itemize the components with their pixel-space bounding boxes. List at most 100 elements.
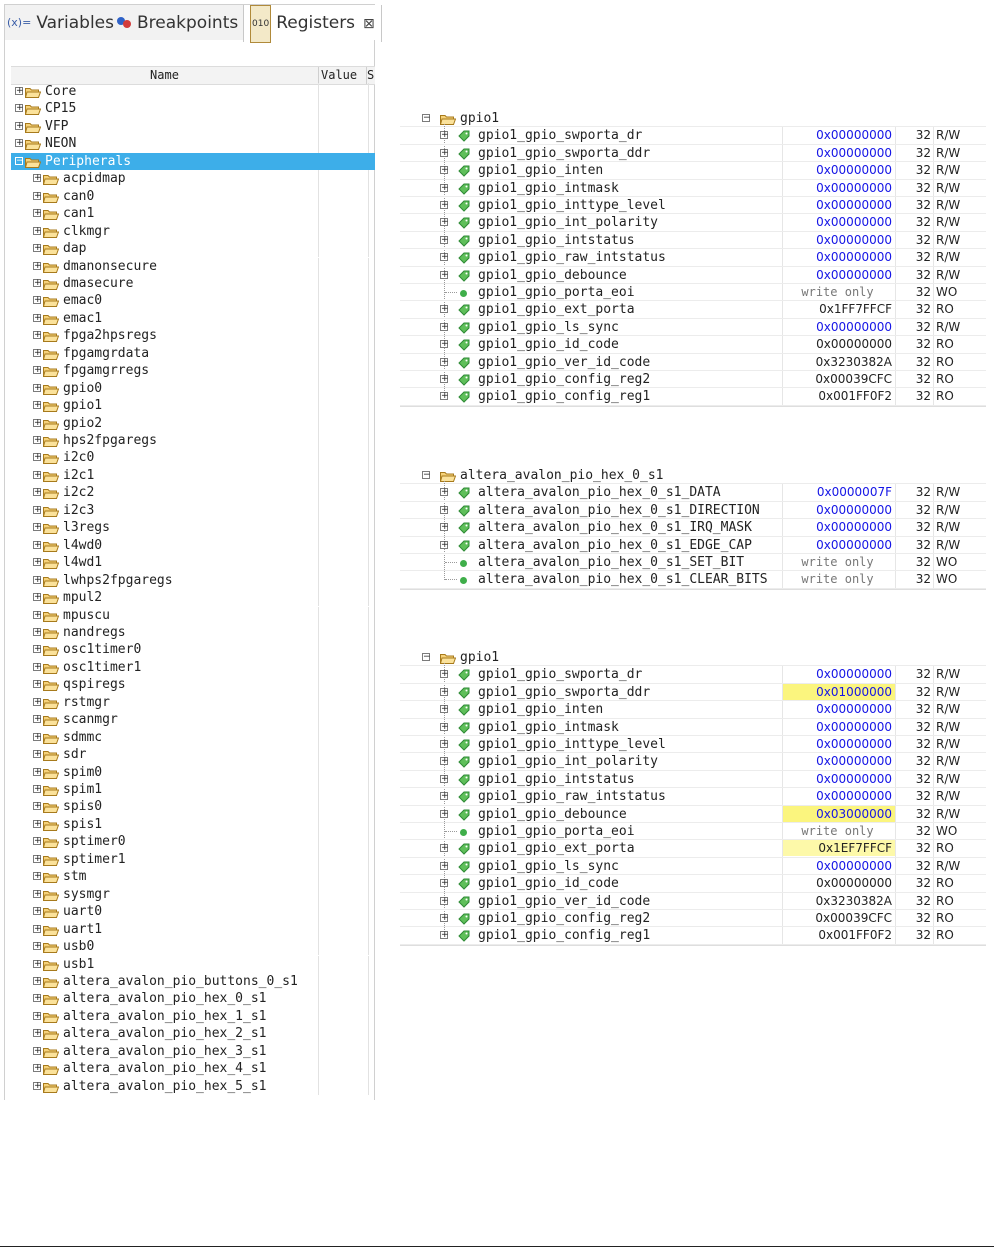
tree-row[interactable]: + emac0 xyxy=(11,292,375,310)
expand-icon[interactable]: + xyxy=(33,610,42,619)
expand-icon[interactable]: + xyxy=(440,392,449,401)
register-row[interactable]: + gpio1_gpio_swporta_ddr 0x01000000 32 R/W xyxy=(400,683,986,702)
expand-icon[interactable]: + xyxy=(440,270,449,279)
expand-icon[interactable]: + xyxy=(440,896,449,905)
expand-icon[interactable]: + xyxy=(33,296,42,305)
tree-row[interactable]: + stm xyxy=(11,868,375,886)
expand-icon[interactable]: + xyxy=(440,322,449,331)
expand-icon[interactable]: + xyxy=(33,174,42,183)
register-row[interactable]: + gpio1_gpio_inten 0x00000000 32 R/W xyxy=(400,162,986,180)
expand-icon[interactable]: + xyxy=(33,366,42,375)
tree-row[interactable]: + gpio1 xyxy=(11,397,375,415)
register-value[interactable]: 0x00000000 xyxy=(783,145,895,161)
expand-icon[interactable]: + xyxy=(33,1064,42,1073)
column-size[interactable]: S xyxy=(367,67,375,84)
tree-row[interactable]: + i2c1 xyxy=(11,466,375,485)
tree-row[interactable]: + l4wd1 xyxy=(11,554,375,572)
expand-icon[interactable]: + xyxy=(33,872,42,881)
expand-icon[interactable]: + xyxy=(440,523,449,532)
expand-icon[interactable]: + xyxy=(15,139,24,148)
tree-row[interactable]: + hps2fpgaregs xyxy=(11,432,375,450)
register-value[interactable]: 0x00000000 xyxy=(783,736,895,752)
register-value[interactable]: 0x3230382A xyxy=(783,354,895,370)
tree-row[interactable]: + fpga2hpsregs xyxy=(11,327,375,345)
tree-row[interactable]: + osc1timer0 xyxy=(11,641,375,659)
tree-row[interactable]: + sdr xyxy=(11,746,375,764)
expand-icon[interactable]: + xyxy=(440,774,449,783)
register-value[interactable]: write only xyxy=(783,284,895,300)
expand-icon[interactable]: + xyxy=(33,575,42,584)
expand-icon[interactable]: + xyxy=(33,401,42,410)
expand-icon[interactable]: + xyxy=(440,166,449,175)
register-row[interactable]: altera_avalon_pio_hex_0_s1_SET_BIT write … xyxy=(400,554,986,572)
register-value[interactable]: 0x1EF7FFCF xyxy=(783,840,895,857)
expand-icon[interactable]: + xyxy=(33,348,42,357)
register-row[interactable]: + gpio1_gpio_swporta_ddr 0x00000000 32 R/W xyxy=(400,144,986,163)
register-value[interactable]: 0x1FF7FFCF xyxy=(783,301,895,317)
register-value[interactable]: 0x001FF0F2 xyxy=(783,388,895,404)
register-row[interactable]: + gpio1_gpio_id_code 0x00000000 32 RO xyxy=(400,336,986,354)
register-row[interactable]: + altera_avalon_pio_hex_0_s1_DATA 0x000000… xyxy=(400,484,986,502)
tree-row[interactable]: + mpul2 xyxy=(11,589,375,607)
register-row[interactable]: + gpio1_gpio_swporta_dr 0x00000000 32 R/W xyxy=(400,127,986,145)
expand-icon[interactable]: + xyxy=(440,861,449,870)
expand-icon[interactable]: + xyxy=(33,994,42,1003)
expand-icon[interactable]: + xyxy=(440,375,449,384)
tree-row[interactable]: + dmasecure xyxy=(11,274,375,293)
register-value[interactable]: 0x00000000 xyxy=(783,753,895,769)
tree-row[interactable]: + VFP xyxy=(11,117,375,136)
register-row[interactable]: + gpio1_gpio_ver_id_code 0x3230382A 32 RO xyxy=(400,353,986,371)
tree-row[interactable]: + clkmgr xyxy=(11,222,375,241)
tree-row[interactable]: + sysmgr xyxy=(11,885,375,904)
tree-row[interactable]: − Peripherals xyxy=(11,152,375,171)
tree-row[interactable]: + scanmgr xyxy=(11,711,375,729)
expand-icon[interactable]: + xyxy=(33,767,42,776)
collapse-icon[interactable]: − xyxy=(15,156,24,165)
register-row[interactable]: + gpio1_gpio_debounce 0x03000000 32 R/W xyxy=(400,805,986,823)
expand-icon[interactable]: + xyxy=(33,1011,42,1020)
register-row[interactable]: + gpio1_gpio_intmask 0x00000000 32 R/W xyxy=(400,718,986,736)
tree-row[interactable]: + acpidmap xyxy=(11,170,375,188)
register-value[interactable]: write only xyxy=(783,571,895,587)
register-row[interactable]: + gpio1_gpio_debounce 0x00000000 32 R/W xyxy=(400,266,986,284)
register-value[interactable]: 0x00000000 xyxy=(783,666,895,682)
tree-row[interactable]: + spim1 xyxy=(11,781,375,799)
register-value[interactable]: 0x00000000 xyxy=(783,701,895,717)
tree-row[interactable]: + emac1 xyxy=(11,309,375,328)
expand-icon[interactable]: + xyxy=(440,914,449,923)
register-value[interactable]: 0x00000000 xyxy=(783,162,895,178)
tab-variables[interactable]: (x)= Variables xyxy=(7,5,114,41)
expand-icon[interactable]: + xyxy=(33,785,42,794)
register-value[interactable]: 0x00000000 xyxy=(783,319,895,335)
tree-row[interactable]: + sdmmc xyxy=(11,728,375,747)
expand-icon[interactable]: + xyxy=(440,931,449,940)
expand-icon[interactable]: + xyxy=(33,1029,42,1038)
expand-icon[interactable]: + xyxy=(33,1081,42,1090)
expand-icon[interactable]: + xyxy=(440,357,449,366)
register-value[interactable]: 0x00000000 xyxy=(783,519,895,535)
tree-row[interactable]: + sptimer1 xyxy=(11,850,375,869)
expand-icon[interactable]: + xyxy=(33,209,42,218)
tree-row[interactable]: + osc1timer1 xyxy=(11,658,375,677)
tab-registers[interactable]: 010 Registers ⊠ xyxy=(243,5,382,43)
expand-icon[interactable]: + xyxy=(33,278,42,287)
expand-icon[interactable]: + xyxy=(440,792,449,801)
register-row[interactable]: + gpio1_gpio_inttype_level 0x00000000 32 R/W xyxy=(400,736,986,754)
tree-row[interactable]: + uart0 xyxy=(11,903,375,921)
expand-icon[interactable]: + xyxy=(440,131,449,140)
expand-icon[interactable]: + xyxy=(33,261,42,270)
tree-row[interactable]: + i2c0 xyxy=(11,449,375,467)
expand-icon[interactable]: + xyxy=(33,715,42,724)
expand-icon[interactable]: + xyxy=(440,505,449,514)
expand-icon[interactable]: + xyxy=(33,383,42,392)
close-icon[interactable]: ⊠ xyxy=(363,16,375,32)
expand-icon[interactable]: + xyxy=(440,670,449,679)
column-name[interactable]: Name xyxy=(11,67,319,84)
register-row[interactable]: + gpio1_gpio_config_reg2 0x00039CFC 32 RO xyxy=(400,371,986,389)
register-value[interactable]: 0x00039CFC xyxy=(783,371,895,387)
expand-icon[interactable]: + xyxy=(440,253,449,262)
register-row[interactable]: + gpio1_gpio_config_reg1 0x001FF0F2 32 RO xyxy=(400,388,986,406)
register-row[interactable]: + gpio1_gpio_config_reg2 0x00039CFC 32 RO xyxy=(400,910,986,928)
expand-icon[interactable]: + xyxy=(33,802,42,811)
tree-row[interactable]: + spis0 xyxy=(11,798,375,816)
